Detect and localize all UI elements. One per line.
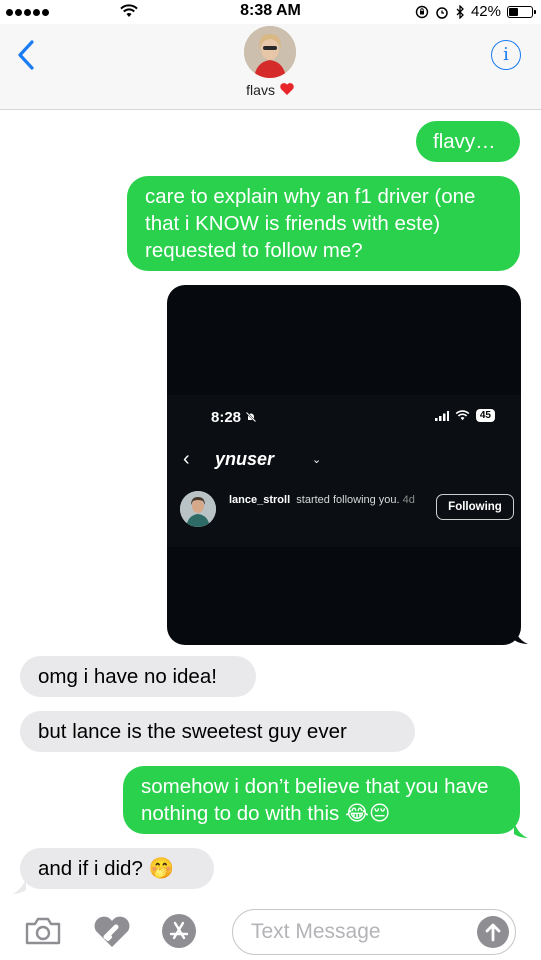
screenshot-status: 45 bbox=[434, 409, 495, 422]
heart-icon bbox=[280, 83, 294, 95]
follower-avatar bbox=[180, 491, 216, 527]
wifi-icon bbox=[455, 410, 470, 421]
message-text: care to explain why an f1 driver (one th… bbox=[145, 185, 476, 262]
digital-touch-icon[interactable] bbox=[92, 915, 132, 949]
muted-bell-icon bbox=[245, 411, 257, 423]
info-icon[interactable]: i bbox=[491, 40, 521, 70]
message-sent[interactable]: care to explain why an f1 driver (one th… bbox=[127, 176, 520, 271]
chevron-left-icon: ‹ bbox=[183, 448, 190, 470]
bubble-tail bbox=[514, 628, 528, 644]
contact-name[interactable]: flavs bbox=[0, 82, 541, 98]
bubble-tail bbox=[514, 822, 528, 838]
screenshot-time: 8:28 bbox=[211, 409, 257, 426]
message-text: flavy… bbox=[433, 130, 496, 153]
bluetooth-icon bbox=[456, 4, 464, 19]
compose-bar bbox=[0, 900, 541, 960]
orientation-lock-icon bbox=[415, 5, 429, 18]
bubble-tail bbox=[12, 878, 26, 894]
battery-percent: 42% bbox=[470, 3, 501, 20]
message-text: but lance is the sweetest guy ever bbox=[38, 720, 347, 743]
back-chevron-icon[interactable] bbox=[12, 38, 42, 72]
activity-text: lance_stroll started following you. 4d bbox=[229, 494, 415, 506]
message-input-field[interactable] bbox=[232, 909, 516, 955]
screenshot-username: ynuser bbox=[215, 449, 275, 469]
app-store-icon[interactable] bbox=[162, 914, 196, 948]
message-sent[interactable]: somehow i don’t believe that you have no… bbox=[123, 766, 520, 834]
send-arrow-icon[interactable] bbox=[477, 916, 509, 948]
status-bar: 8:38 AM 42% bbox=[0, 0, 541, 24]
message-text: omg i have no idea! bbox=[38, 665, 217, 688]
cellular-icon bbox=[434, 410, 449, 421]
message-text: somehow i don’t believe that you have no… bbox=[141, 775, 489, 825]
message-received[interactable]: and if i did? 🤭 bbox=[20, 848, 214, 889]
chevron-down-icon: ⌄ bbox=[312, 454, 322, 466]
camera-icon[interactable] bbox=[24, 916, 62, 946]
following-button: Following bbox=[436, 494, 514, 520]
message-received[interactable]: omg i have no idea! bbox=[20, 656, 256, 697]
battery-level bbox=[509, 7, 518, 16]
screenshot-battery: 45 bbox=[475, 409, 495, 422]
alarm-icon bbox=[436, 6, 448, 19]
contact-name-text: flavs bbox=[246, 82, 275, 98]
contact-avatar[interactable] bbox=[244, 26, 296, 78]
status-right-group: 42% bbox=[415, 3, 536, 20]
conversation-header: flavs i bbox=[0, 24, 541, 110]
battery-icon bbox=[507, 5, 536, 18]
message-received[interactable]: but lance is the sweetest guy ever bbox=[20, 711, 415, 752]
image-attachment[interactable]: 8:28 45 ‹ ynuser ⌄ lance_stroll started … bbox=[167, 285, 521, 645]
message-sent[interactable]: flavy… bbox=[416, 121, 520, 162]
message-input[interactable] bbox=[251, 920, 461, 944]
message-text: and if i did? 🤭 bbox=[38, 857, 175, 880]
